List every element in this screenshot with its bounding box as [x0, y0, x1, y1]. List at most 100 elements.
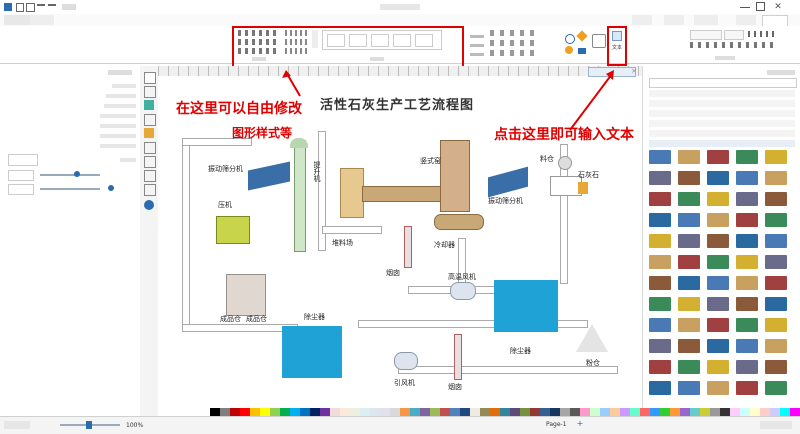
library-shape-item[interactable]: [765, 318, 787, 332]
library-shape-item[interactable]: [707, 297, 729, 311]
color-swatch[interactable]: [540, 408, 550, 416]
library-shape-item[interactable]: [678, 234, 700, 248]
library-shape-item[interactable]: [649, 339, 671, 353]
color-swatch[interactable]: [680, 408, 690, 416]
library-shape-item[interactable]: [736, 381, 758, 395]
color-swatch[interactable]: [480, 408, 490, 416]
library-shape-item[interactable]: [736, 192, 758, 206]
color-swatch[interactable]: [600, 408, 610, 416]
library-shape-item[interactable]: [678, 150, 700, 164]
color-swatch[interactable]: [420, 408, 430, 416]
color-swatch[interactable]: [710, 408, 720, 416]
library-section-4[interactable]: [649, 120, 795, 127]
library-shape-item[interactable]: [649, 171, 671, 185]
library-shape-item[interactable]: [649, 192, 671, 206]
color-swatch[interactable]: [270, 408, 280, 416]
library-shape-item[interactable]: [649, 255, 671, 269]
library-shape-item[interactable]: [765, 213, 787, 227]
color-swatch[interactable]: [700, 408, 710, 416]
color-swatch[interactable]: [210, 408, 220, 416]
color-swatch[interactable]: [520, 408, 530, 416]
library-shape-item[interactable]: [707, 339, 729, 353]
library-shape-item[interactable]: [707, 234, 729, 248]
zoom-level[interactable]: 100%: [126, 422, 143, 429]
color-swatch[interactable]: [250, 408, 260, 416]
library-shape-item[interactable]: [649, 276, 671, 290]
library-shape-item[interactable]: [649, 213, 671, 227]
color-swatch[interactable]: [630, 408, 640, 416]
color-swatch[interactable]: [200, 408, 210, 416]
library-shape-item[interactable]: [678, 276, 700, 290]
color-swatch[interactable]: [660, 408, 670, 416]
color-swatch[interactable]: [740, 408, 750, 416]
color-swatch[interactable]: [510, 408, 520, 416]
library-search-input[interactable]: [649, 78, 797, 88]
library-shape-item[interactable]: [736, 276, 758, 290]
color-swatch[interactable]: [410, 408, 420, 416]
color-swatch[interactable]: [230, 408, 240, 416]
color-swatch[interactable]: [330, 408, 340, 416]
library-shape-item[interactable]: [649, 318, 671, 332]
library-shape-item[interactable]: [736, 297, 758, 311]
add-page-icon[interactable]: +: [576, 420, 584, 428]
color-swatch[interactable]: [750, 408, 760, 416]
color-swatch[interactable]: [430, 408, 440, 416]
library-shape-item[interactable]: [678, 297, 700, 311]
color-swatch[interactable]: [460, 408, 470, 416]
library-shape-item[interactable]: [736, 234, 758, 248]
color-swatch[interactable]: [620, 408, 630, 416]
library-section-1[interactable]: [649, 90, 795, 97]
page-tab[interactable]: Page-1: [546, 421, 567, 428]
library-shape-item[interactable]: [649, 381, 671, 395]
library-shape-item[interactable]: [736, 318, 758, 332]
library-shape-item[interactable]: [765, 276, 787, 290]
library-shape-item[interactable]: [678, 318, 700, 332]
library-shape-item[interactable]: [649, 297, 671, 311]
library-shape-item[interactable]: [707, 318, 729, 332]
library-shape-item[interactable]: [736, 255, 758, 269]
color-swatch[interactable]: [590, 408, 600, 416]
color-swatch[interactable]: [790, 408, 800, 416]
library-shape-item[interactable]: [707, 192, 729, 206]
library-section-5[interactable]: [649, 130, 795, 137]
library-shape-item[interactable]: [678, 171, 700, 185]
color-swatch[interactable]: [370, 408, 380, 416]
library-shape-item[interactable]: [707, 150, 729, 164]
color-swatch[interactable]: [670, 408, 680, 416]
library-shape-item[interactable]: [678, 360, 700, 374]
color-swatch[interactable]: [340, 408, 350, 416]
color-swatch[interactable]: [640, 408, 650, 416]
color-swatch[interactable]: [360, 408, 370, 416]
color-swatch[interactable]: [320, 408, 330, 416]
color-swatch[interactable]: [530, 408, 540, 416]
color-swatch[interactable]: [470, 408, 480, 416]
color-swatch[interactable]: [610, 408, 620, 416]
color-swatch[interactable]: [490, 408, 500, 416]
library-section-2[interactable]: [649, 100, 795, 107]
library-shape-item[interactable]: [678, 192, 700, 206]
library-shape-item[interactable]: [707, 360, 729, 374]
library-shape-item[interactable]: [678, 213, 700, 227]
color-swatch[interactable]: [550, 408, 560, 416]
library-shape-item[interactable]: [765, 150, 787, 164]
color-swatch[interactable]: [400, 408, 410, 416]
color-swatch[interactable]: [650, 408, 660, 416]
library-shape-item[interactable]: [707, 171, 729, 185]
color-swatch[interactable]: [770, 408, 780, 416]
library-shape-item[interactable]: [765, 255, 787, 269]
library-shape-item[interactable]: [707, 213, 729, 227]
color-swatch[interactable]: [290, 408, 300, 416]
library-section-active[interactable]: [649, 140, 795, 147]
library-shape-item[interactable]: [765, 192, 787, 206]
color-swatch[interactable]: [390, 408, 400, 416]
zoom-slider-handle[interactable]: [86, 421, 92, 429]
library-shape-item[interactable]: [678, 339, 700, 353]
library-shape-item[interactable]: [765, 171, 787, 185]
color-swatch[interactable]: [760, 408, 770, 416]
color-swatch[interactable]: [260, 408, 270, 416]
color-swatch[interactable]: [720, 408, 730, 416]
library-shape-item[interactable]: [736, 360, 758, 374]
library-shape-item[interactable]: [736, 339, 758, 353]
library-shape-item[interactable]: [736, 171, 758, 185]
library-shape-item[interactable]: [678, 381, 700, 395]
